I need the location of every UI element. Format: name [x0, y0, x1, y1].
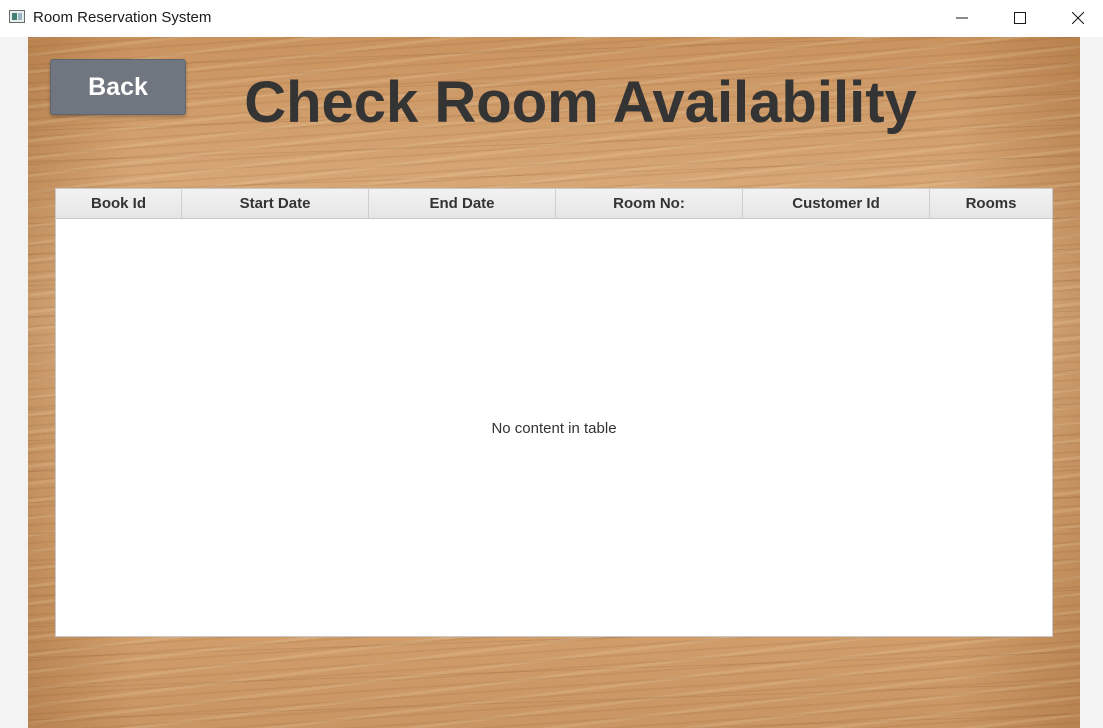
bookings-table[interactable]: Book Id Start Date End Date Room No: Cus… — [55, 188, 1053, 637]
back-button[interactable]: Back — [50, 59, 186, 115]
column-header-book-id[interactable]: Book Id — [56, 189, 182, 218]
column-header-start-date[interactable]: Start Date — [182, 189, 369, 218]
close-icon — [1072, 12, 1084, 24]
close-button[interactable] — [1049, 0, 1103, 37]
window-titlebar: Room Reservation System — [0, 0, 1103, 37]
minimize-button[interactable] — [933, 0, 991, 37]
column-header-room-no[interactable]: Room No: — [556, 189, 743, 218]
column-header-end-date[interactable]: End Date — [369, 189, 556, 218]
column-header-rooms[interactable]: Rooms — [930, 189, 1052, 218]
table-header: Book Id Start Date End Date Room No: Cus… — [56, 189, 1052, 219]
maximize-icon — [1014, 12, 1026, 24]
page-title: Check Room Availability — [244, 70, 917, 135]
wood-background-panel: Back Check Room Availability Book Id Sta… — [28, 37, 1080, 728]
minimize-icon — [956, 17, 968, 19]
maximize-button[interactable] — [991, 0, 1049, 37]
table-empty-placeholder: No content in table — [491, 420, 617, 437]
app-icon — [9, 10, 25, 23]
column-header-customer-id[interactable]: Customer Id — [743, 189, 930, 218]
window-title: Room Reservation System — [33, 9, 212, 26]
